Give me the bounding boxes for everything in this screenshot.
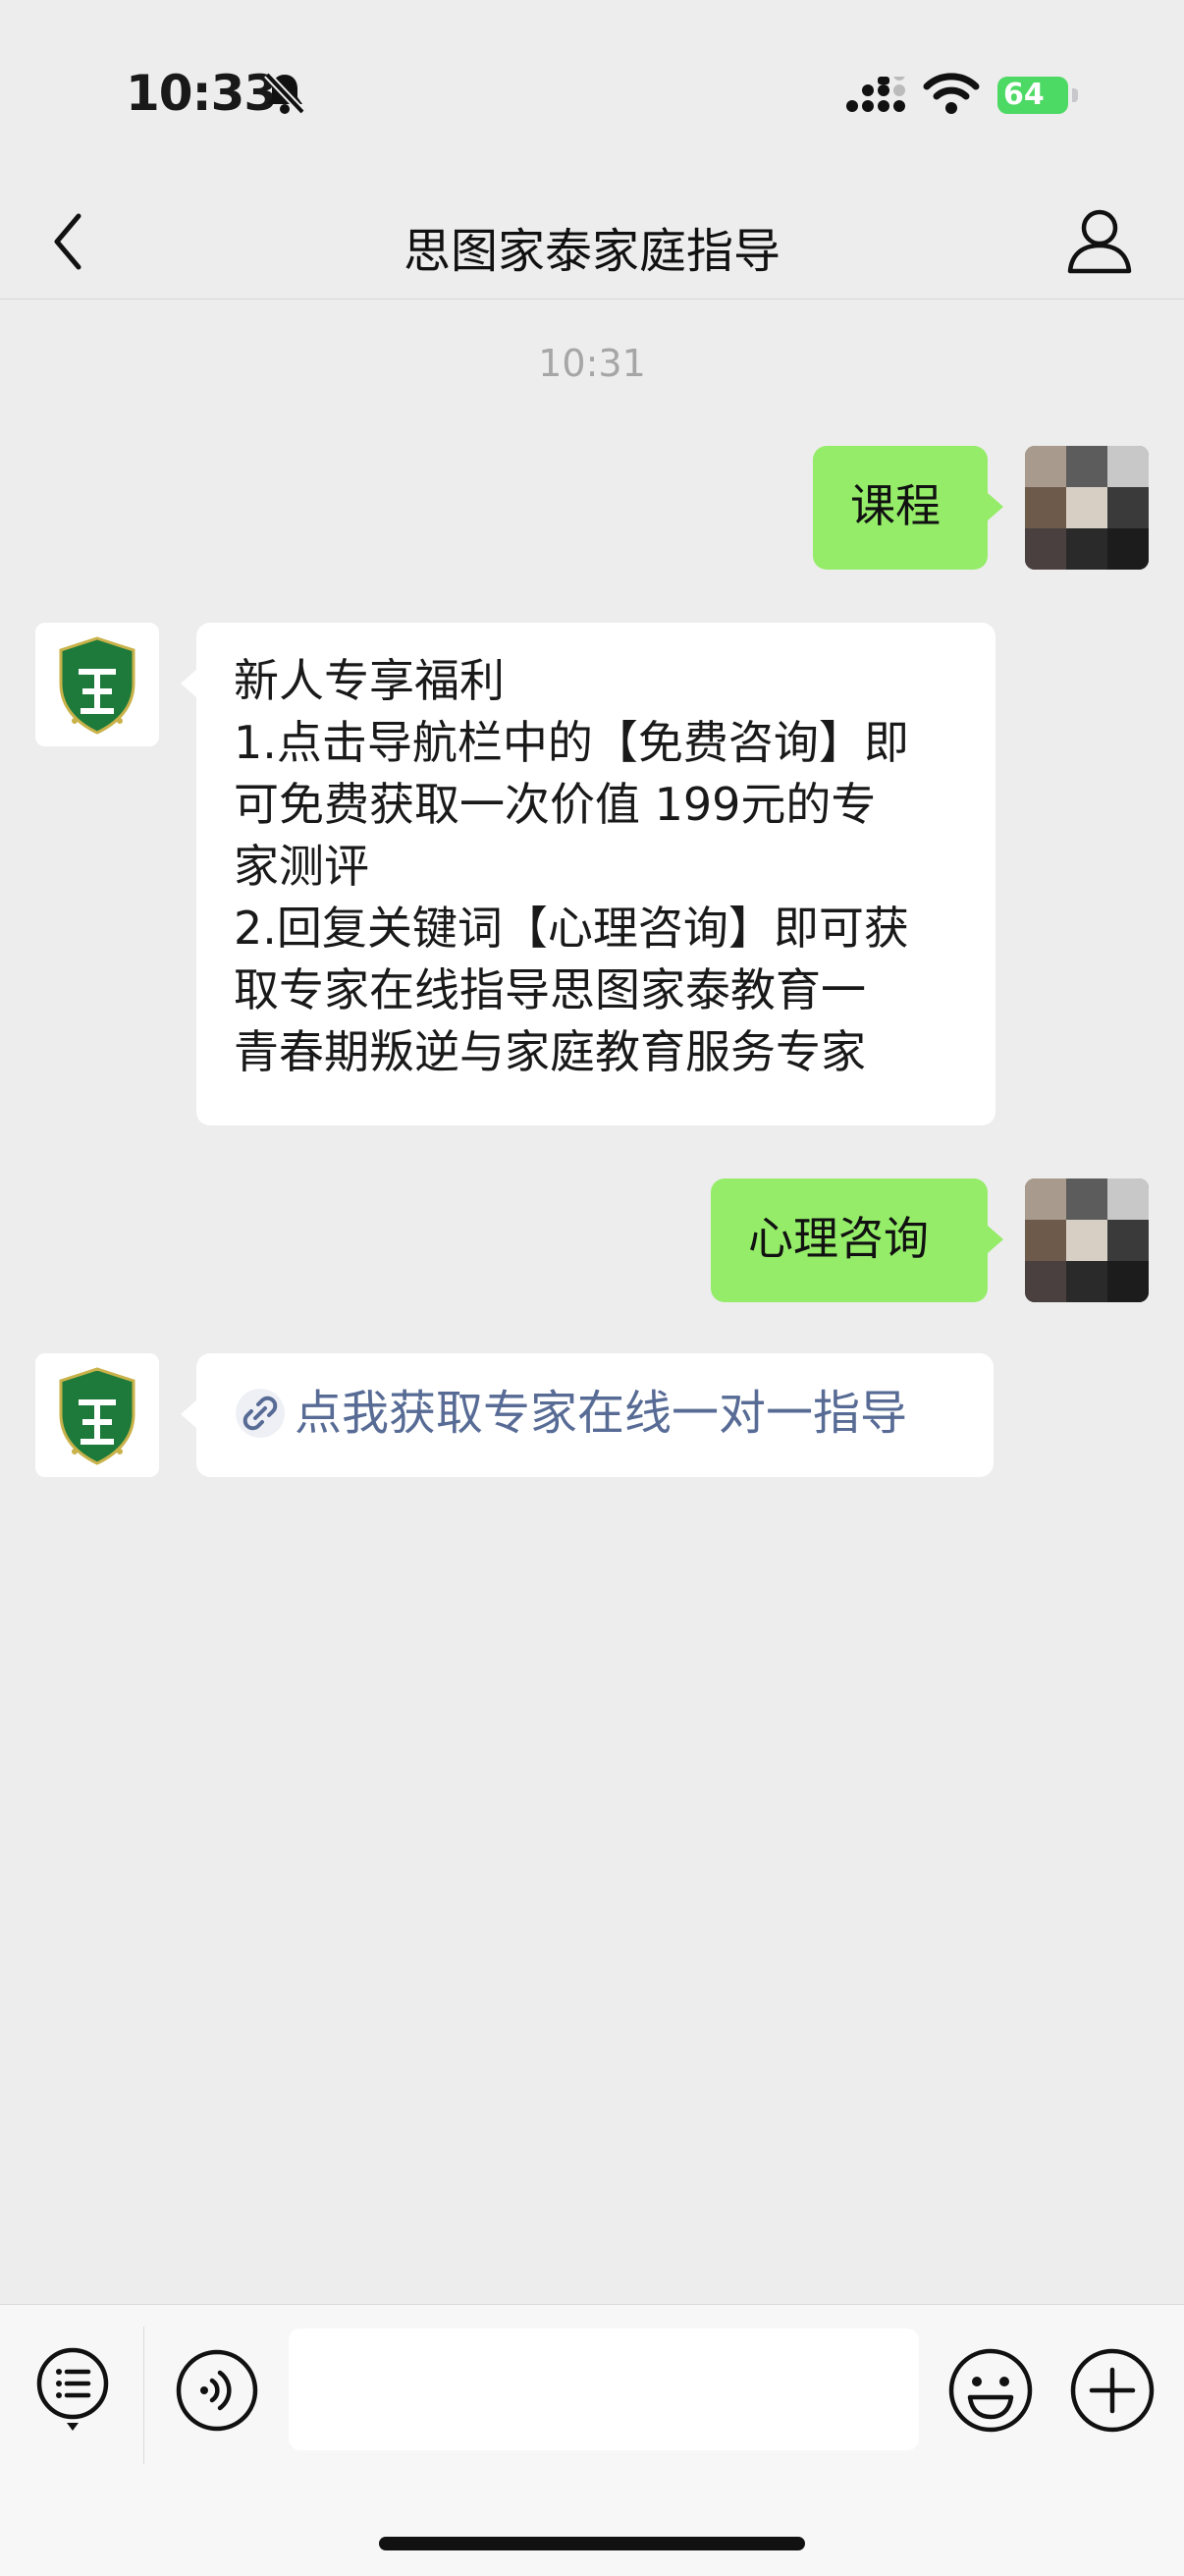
status-bar: 10:33 64 <box>0 0 1184 187</box>
link-icon <box>236 1388 285 1438</box>
status-time: 10:33 <box>126 65 278 122</box>
wifi-icon <box>923 71 980 120</box>
voice-icon[interactable] <box>175 2348 259 2433</box>
plus-icon[interactable] <box>1068 2346 1157 2435</box>
bot-avatar[interactable] <box>35 623 159 746</box>
chat-title: 思图家泰家庭指导 <box>403 224 780 279</box>
battery-cap <box>1072 88 1078 102</box>
link-text[interactable]: 点我获取专家在线一对一指导 <box>295 1386 907 1441</box>
user-avatar[interactable] <box>1025 446 1149 570</box>
message-line: 青春期叛逆与家庭教育服务专家 <box>234 1025 866 1078</box>
nav-bar: 思图家泰家庭指导 <box>0 187 1184 300</box>
message-line: 新人专享福利 <box>234 654 505 707</box>
toolbar-divider <box>143 2327 144 2464</box>
user-message-bubble[interactable]: 课程 <box>813 446 988 570</box>
bubble-tail <box>181 670 196 697</box>
bubble-tail <box>181 1400 196 1428</box>
bubble-tail <box>988 493 1003 521</box>
message-text: 课程 <box>850 479 941 532</box>
message-timestamp: 10:31 <box>538 342 646 385</box>
bubble-tail <box>988 1226 1003 1253</box>
message-line: 2.回复关键词【心理咨询】即可获 <box>234 902 909 955</box>
bot-avatar[interactable] <box>35 1353 159 1477</box>
battery-icon: 64 <box>997 77 1068 114</box>
message-line: 家测评 <box>234 840 369 893</box>
user-avatar[interactable] <box>1025 1178 1149 1302</box>
bot-link-bubble[interactable]: 点我获取专家在线一对一指导 <box>196 1353 994 1477</box>
cellular-signal-icon <box>844 69 909 120</box>
message-input[interactable] <box>289 2329 919 2450</box>
emoji-icon[interactable] <box>946 2346 1035 2435</box>
bot-message-bubble[interactable]: 新人专享福利 1.点击导航栏中的【免费咨询】即 可免费获取一次价值 199元的专… <box>196 623 996 1125</box>
input-toolbar <box>0 2304 1184 2576</box>
message-text: 心理咨询 <box>748 1212 929 1265</box>
message-line: 1.点击导航栏中的【免费咨询】即 <box>234 716 909 769</box>
profile-icon[interactable] <box>1062 202 1137 281</box>
bell-slash-icon <box>263 71 306 120</box>
menu-list-icon[interactable] <box>33 2344 112 2433</box>
message-line: 取专家在线指导思图家泰教育一 <box>234 963 866 1016</box>
message-line: 可免费获取一次价值 199元的专 <box>234 778 877 831</box>
user-message-bubble[interactable]: 心理咨询 <box>711 1178 988 1302</box>
home-indicator <box>379 2537 805 2550</box>
